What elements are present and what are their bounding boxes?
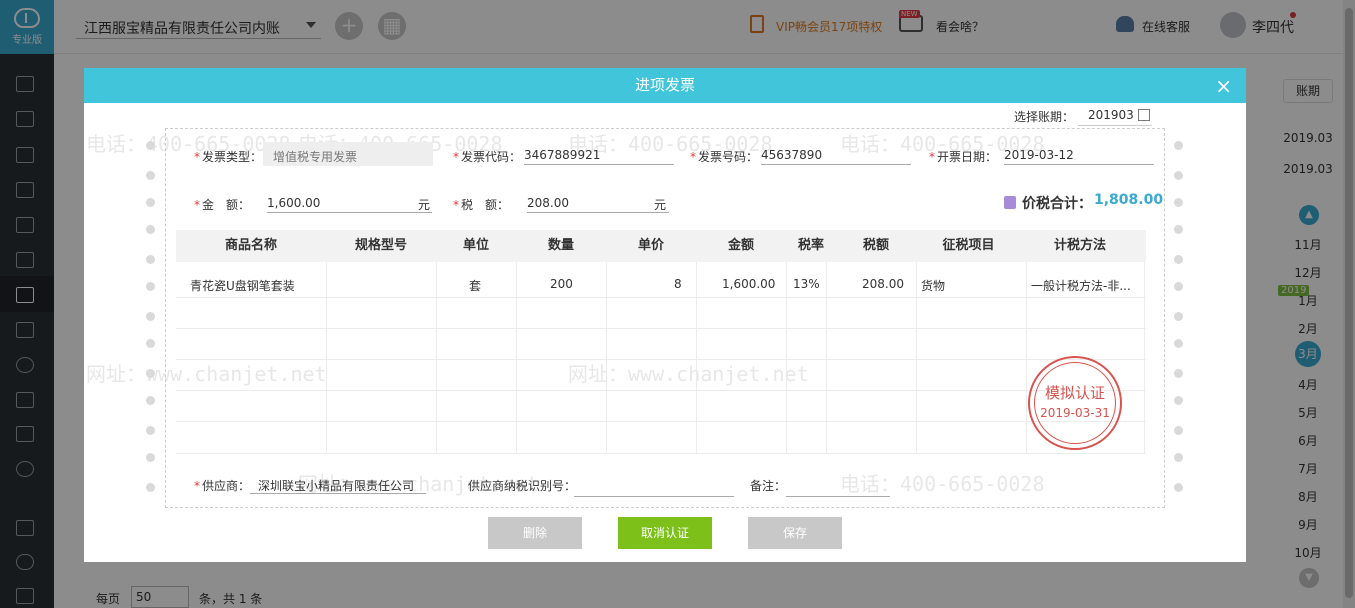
delete-button[interactable]: 删除 xyxy=(488,517,582,549)
column-divider xyxy=(516,262,517,454)
column-divider xyxy=(1144,262,1145,454)
close-icon[interactable]: × xyxy=(1215,76,1232,96)
cancel-certification-button[interactable]: 取消认证 xyxy=(618,517,712,549)
column-header: 税额 xyxy=(862,238,889,253)
column-divider xyxy=(916,262,917,454)
column-divider xyxy=(696,262,697,454)
stamp-text: 模拟认证 xyxy=(1044,384,1105,402)
tax-unit: 元 xyxy=(654,198,667,212)
row-divider xyxy=(176,297,1146,298)
row-divider xyxy=(176,453,1146,454)
column-header: 单位 xyxy=(462,238,489,253)
cell-tax-item[interactable]: 货物 xyxy=(921,277,945,294)
invoice-type-field: 增值税专用发票 xyxy=(263,142,433,166)
perforation-dot xyxy=(1174,198,1183,207)
column-header: 单价 xyxy=(637,238,664,253)
row-divider xyxy=(176,359,1146,360)
stamp-inner-ring xyxy=(1034,362,1116,444)
perforation-dot xyxy=(1174,282,1183,291)
calendar-icon[interactable] xyxy=(1138,109,1150,121)
perforation-dot xyxy=(146,141,155,150)
invoice-paper xyxy=(165,128,1165,508)
column-divider xyxy=(786,262,787,454)
cell-unit-price[interactable]: 8 xyxy=(674,277,682,291)
supplier-input[interactable]: 深圳联宝小精品有限责任公司 xyxy=(250,474,426,494)
cell-tax[interactable]: 208.00 xyxy=(862,277,904,291)
perforation-dot xyxy=(1174,312,1183,321)
invoice-number-input[interactable]: 45637890 xyxy=(761,145,911,165)
perforation-dot xyxy=(146,426,155,435)
tax-input[interactable]: 208.00 xyxy=(527,193,669,213)
column-header: 税率 xyxy=(797,238,824,253)
remark-label: 备注： xyxy=(750,479,787,493)
amount-input[interactable]: 1,600.00 xyxy=(267,193,432,213)
column-divider xyxy=(436,262,437,454)
row-divider xyxy=(176,328,1146,329)
column-divider xyxy=(326,262,327,454)
perforation-dot xyxy=(146,339,155,348)
perforation-dot xyxy=(146,198,155,207)
cell-quantity[interactable]: 200 xyxy=(550,277,573,291)
remark-input[interactable] xyxy=(786,477,890,497)
perforation-dot xyxy=(1174,225,1183,234)
issue-date-input[interactable]: 2019-03-12 xyxy=(1004,145,1154,165)
perforation-dot xyxy=(1174,339,1183,348)
total-icon xyxy=(1004,196,1016,209)
column-header: 规格型号 xyxy=(354,238,407,253)
column-divider xyxy=(1026,262,1027,454)
total-value: 1,808.00 xyxy=(1094,192,1164,208)
cell-unit[interactable]: 套 xyxy=(469,277,481,294)
cell-tax-rate[interactable]: 13% xyxy=(793,277,820,291)
column-header: 商品名称 xyxy=(224,238,277,253)
cell-product-name[interactable]: 青花瓷U盘钢笔套装 xyxy=(190,277,295,294)
invoice-code-label: * 发票代码： xyxy=(453,150,522,164)
perforation-dot xyxy=(1174,369,1183,378)
invoice-number-label: * 发票号码： xyxy=(690,150,759,164)
certification-stamp: 模拟认证 2019-03-31 xyxy=(1028,356,1122,450)
row-divider xyxy=(176,421,1146,422)
column-divider xyxy=(606,262,607,454)
supplier-label: * 供应商： xyxy=(194,479,251,493)
column-header: 数量 xyxy=(547,238,574,253)
column-header: 征税项目 xyxy=(942,238,995,253)
perforation-dot xyxy=(1174,171,1183,180)
stamp-date: 2019-03-31 xyxy=(1040,406,1110,420)
tax-label: * 税 额： xyxy=(453,198,510,212)
amount-unit: 元 xyxy=(418,198,431,212)
purchase-invoice-dialog: 进项发票 × 选择账期： 201903 电话：400-665-0028 电话：4… xyxy=(84,68,1246,562)
account-period-label: 选择账期： xyxy=(1014,110,1075,124)
perforation-dot xyxy=(146,483,155,492)
invoice-type-label: * 发票类型： xyxy=(194,150,263,164)
column-divider xyxy=(826,262,827,454)
supplier-tax-id-label: 供应商纳税识别号： xyxy=(468,479,577,493)
row-divider xyxy=(176,390,1146,391)
perforation-dot xyxy=(146,396,155,405)
perforation-dot xyxy=(146,312,155,321)
supplier-tax-id-input[interactable] xyxy=(574,477,734,497)
total-label: 价税合计： xyxy=(1022,196,1092,212)
invoice-code-input[interactable]: 3467889921 xyxy=(524,145,674,165)
dialog-title: 进项发票 xyxy=(634,76,695,94)
perforation-dot xyxy=(146,369,155,378)
dialog-header: 进项发票 xyxy=(84,68,1246,103)
perforation-dot xyxy=(1174,426,1183,435)
cell-amount[interactable]: 1,600.00 xyxy=(722,277,775,291)
perforation-dot xyxy=(1174,396,1183,405)
table-header: 商品名称 规格型号 单位 数量 单价 金额 税率 税额 征税项目 计税方法 xyxy=(176,230,1146,262)
perforation-dot xyxy=(146,282,155,291)
column-header: 计税方法 xyxy=(1053,238,1106,253)
issue-date-label: * 开票日期： xyxy=(929,150,998,164)
cell-tax-method[interactable]: 一般计税方法-非... xyxy=(1031,277,1131,294)
perforation-dot xyxy=(146,255,155,264)
perforation-dot xyxy=(1174,141,1183,150)
perforation-dot xyxy=(146,225,155,234)
perforation-dot xyxy=(146,453,155,462)
column-header: 金额 xyxy=(727,238,754,253)
amount-label: * 金 额： xyxy=(194,198,251,212)
save-button[interactable]: 保存 xyxy=(748,517,842,549)
perforation-dot xyxy=(1174,453,1183,462)
perforation-dot xyxy=(1174,255,1183,264)
perforation-dot xyxy=(146,171,155,180)
perforation-dot xyxy=(1174,483,1183,492)
